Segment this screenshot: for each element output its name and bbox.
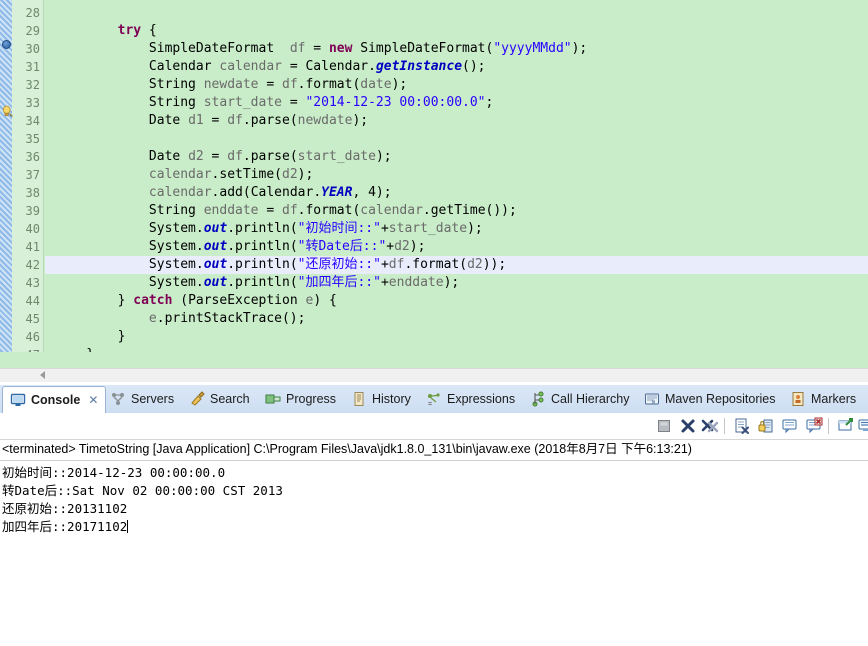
tab-search[interactable]: Search xyxy=(182,385,257,413)
toolbar-separator xyxy=(724,418,725,434)
tab-label: Maven Repositories xyxy=(665,391,776,406)
bookmark-marker-icon[interactable] xyxy=(2,40,11,49)
console-output-line: 初始时间::2014-12-23 00:00:00.0 xyxy=(2,465,226,480)
tab-progress[interactable]: Progress xyxy=(258,385,343,413)
code-line[interactable]: String start_date = "2014-12-23 00:00:00… xyxy=(45,94,868,112)
code-line[interactable]: String newdate = df.format(date); xyxy=(45,76,868,94)
line-number: 41 xyxy=(25,240,40,254)
code-line[interactable]: System.out.println("加四年后::"+enddate); xyxy=(45,274,868,292)
stop-square-icon[interactable] xyxy=(655,417,673,435)
code-line[interactable]: String enddate = df.format(calendar.getT… xyxy=(45,202,868,220)
tab-label: Console xyxy=(31,392,81,407)
tab-label: Expressions xyxy=(447,391,516,406)
line-number: 28 xyxy=(25,6,40,20)
line-number: 31 xyxy=(25,60,40,74)
markers-icon xyxy=(792,392,804,406)
servers-icon xyxy=(112,393,124,405)
code-line[interactable]: } catch (ParseException e) { xyxy=(45,292,868,310)
line-number: 34 xyxy=(25,114,40,128)
tab-history[interactable]: History xyxy=(344,385,418,413)
code-line[interactable]: Date d1 = df.parse(newdate); xyxy=(45,112,868,130)
tab-servers[interactable]: Servers xyxy=(103,385,181,413)
console-out-icon[interactable] xyxy=(781,417,799,435)
line-number: 30 xyxy=(25,42,40,56)
tab-label: Markers xyxy=(811,391,857,406)
line-number: 44 xyxy=(25,294,40,308)
partial-line-48 xyxy=(0,352,868,368)
svg-text:=: = xyxy=(428,401,432,407)
code-line[interactable]: calendar.setTime(d2); xyxy=(45,166,868,184)
code-line[interactable]: } xyxy=(45,328,868,346)
line-number: 35 xyxy=(25,132,40,146)
line-number: 36 xyxy=(25,150,40,164)
console-header-divider xyxy=(0,460,868,461)
expressions-icon: = xyxy=(428,393,440,407)
console-toolbar xyxy=(0,413,868,440)
console-output-line: 转Date后::Sat Nov 02 00:00:00 CST 2013 xyxy=(2,483,283,498)
console-output-line: 加四年后::20171102 xyxy=(2,519,129,534)
line-number: 42 xyxy=(25,258,40,272)
code-line[interactable]: SimpleDateFormat df = new SimpleDateForm… xyxy=(45,40,868,58)
code-text-area[interactable]: try { SimpleDateFormat df = new SimpleDa… xyxy=(45,0,868,368)
scroll-lock-icon[interactable] xyxy=(757,417,775,435)
code-line[interactable]: Calendar calendar = Calendar.getInstance… xyxy=(45,58,868,76)
tab-label: Progress xyxy=(286,391,337,406)
console-monitor-icon xyxy=(10,393,26,406)
line-number: 32 xyxy=(25,78,40,92)
toolbar-separator-2 xyxy=(828,418,829,434)
line-number: 40 xyxy=(25,222,40,236)
line-number: 39 xyxy=(25,204,40,218)
tab-call-hierarchy[interactable]: Call Hierarchy xyxy=(523,385,637,413)
line-number: 29 xyxy=(25,24,40,38)
console-output-line: 还原初始::20131102 xyxy=(2,501,128,516)
code-line[interactable]: System.out.println("转Date后::"+d2); xyxy=(45,238,868,256)
history-icon xyxy=(354,392,364,406)
line-number: 37 xyxy=(25,168,40,182)
eclipse-window: 2829303132333435363738394041424344454647… xyxy=(0,0,868,646)
remove-all-xx-icon[interactable] xyxy=(701,417,719,435)
view-tab-strip: Console ✕ Servers Search Progress History = Exp… xyxy=(0,385,868,414)
console-err-icon[interactable] xyxy=(805,417,823,435)
close-icon[interactable]: ✕ xyxy=(88,393,98,407)
line-number-ruler: 2829303132333435363738394041424344454647 xyxy=(12,0,44,368)
code-editor[interactable]: 2829303132333435363738394041424344454647… xyxy=(0,0,868,382)
code-line[interactable]: e.printStackTrace(); xyxy=(45,310,868,328)
warning-bulb-icon[interactable] xyxy=(1,105,14,118)
line-number: 45 xyxy=(25,312,40,326)
search-flashlight-icon xyxy=(191,391,205,406)
tab-expressions[interactable]: = Expressions xyxy=(419,385,522,413)
line-number: 46 xyxy=(25,330,40,344)
code-line[interactable]: System.out.println("还原初始::"+df.format(d2… xyxy=(45,256,868,274)
console-output-area[interactable]: <terminated> TimetoString [Java Applicat… xyxy=(0,440,868,646)
tab-label: Search xyxy=(210,391,250,406)
display-console-icon[interactable] xyxy=(858,417,868,435)
tab-label: Servers xyxy=(131,391,175,406)
tab-label: History xyxy=(372,391,411,406)
code-line[interactable] xyxy=(45,4,868,22)
tab-maven-repositories[interactable]: M Maven Repositories xyxy=(637,385,782,413)
line-number: 33 xyxy=(25,96,40,110)
line-number: 43 xyxy=(25,276,40,290)
code-line[interactable]: try { xyxy=(45,22,868,40)
annotation-ruler[interactable] xyxy=(0,0,12,368)
scroll-left-arrow-icon[interactable] xyxy=(40,371,45,379)
editor-horizontal-scrollbar[interactable] xyxy=(0,368,868,382)
tab-markers[interactable]: Markers xyxy=(783,385,863,413)
code-line[interactable]: calendar.add(Calendar.YEAR, 4); xyxy=(45,184,868,202)
tab-label: Call Hierarchy xyxy=(551,391,630,406)
call-hierarchy-icon xyxy=(532,391,544,407)
svg-text:M: M xyxy=(652,400,655,406)
progress-icon xyxy=(265,394,281,404)
pin-console-icon[interactable] xyxy=(837,417,855,435)
line-number: 38 xyxy=(25,186,40,200)
code-line[interactable]: System.out.println("初始时间::"+start_date); xyxy=(45,220,868,238)
clear-console-icon[interactable] xyxy=(733,417,751,435)
code-line[interactable] xyxy=(45,130,868,148)
code-line[interactable]: Date d2 = df.parse(start_date); xyxy=(45,148,868,166)
tab-console[interactable]: Console ✕ xyxy=(2,386,107,413)
console-launch-header: <terminated> TimetoString [Java Applicat… xyxy=(2,442,692,456)
text-caret xyxy=(127,520,129,533)
remove-x-icon[interactable] xyxy=(679,417,697,435)
maven-repositories-icon: M xyxy=(645,393,659,406)
